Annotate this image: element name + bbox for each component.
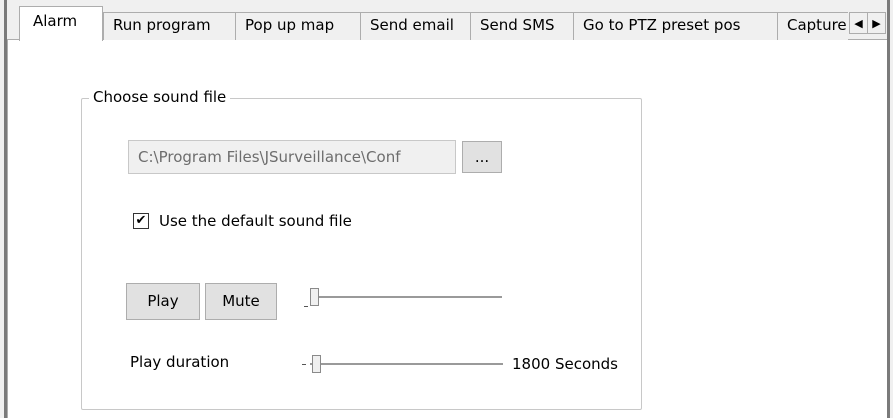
tab-alarm-label: Alarm bbox=[33, 12, 78, 30]
tab-send-email-label: Send email bbox=[370, 16, 454, 34]
tab-scroll-right-button[interactable]: ▶ bbox=[867, 12, 886, 34]
tab-alarm[interactable]: Alarm bbox=[19, 6, 103, 41]
arrow-left-icon: ◀ bbox=[854, 16, 863, 30]
tab-send-sms-label: Send SMS bbox=[480, 16, 555, 34]
duration-slider-thumb[interactable] bbox=[312, 355, 321, 373]
tab-capture-label: Capture bbox=[787, 16, 847, 34]
tab-go-to-ptz-preset-pos-label: Go to PTZ preset pos bbox=[583, 16, 741, 34]
tab-capture[interactable]: Capture bbox=[777, 12, 848, 40]
duration-slider-tick bbox=[302, 364, 306, 365]
play-button[interactable]: Play bbox=[126, 283, 200, 320]
play-duration-label: Play duration bbox=[130, 353, 230, 371]
use-default-sound-checkbox[interactable]: ✔ bbox=[133, 213, 149, 229]
play-duration-value: 1800 Seconds bbox=[512, 355, 618, 373]
use-default-sound-label[interactable]: Use the default sound file bbox=[159, 211, 352, 231]
volume-slider-track bbox=[310, 296, 502, 299]
tab-send-email[interactable]: Send email bbox=[360, 12, 470, 40]
duration-slider-track bbox=[310, 363, 503, 366]
sound-file-path-field[interactable]: C:\Program Files\JSurveillance\Conf bbox=[128, 140, 456, 174]
mute-button[interactable]: Mute bbox=[205, 283, 277, 320]
browse-button[interactable]: ... bbox=[462, 141, 502, 173]
volume-slider-tick bbox=[304, 306, 308, 307]
tab-pop-up-map[interactable]: Pop up map bbox=[235, 12, 360, 40]
tab-run-program[interactable]: Run program bbox=[103, 12, 235, 40]
tab-send-sms[interactable]: Send SMS bbox=[470, 12, 573, 40]
tab-go-to-ptz-preset-pos[interactable]: Go to PTZ preset pos bbox=[573, 12, 777, 40]
tab-strip: Alarm Run program Pop up map Send email … bbox=[7, 0, 887, 41]
tab-scroll-left-button[interactable]: ◀ bbox=[849, 12, 868, 34]
groupbox-title: Choose sound file bbox=[89, 88, 231, 106]
tab-run-program-label: Run program bbox=[113, 16, 211, 34]
volume-slider-thumb[interactable] bbox=[310, 288, 319, 306]
tab-pop-up-map-label: Pop up map bbox=[245, 16, 335, 34]
arrow-right-icon: ▶ bbox=[872, 16, 881, 30]
